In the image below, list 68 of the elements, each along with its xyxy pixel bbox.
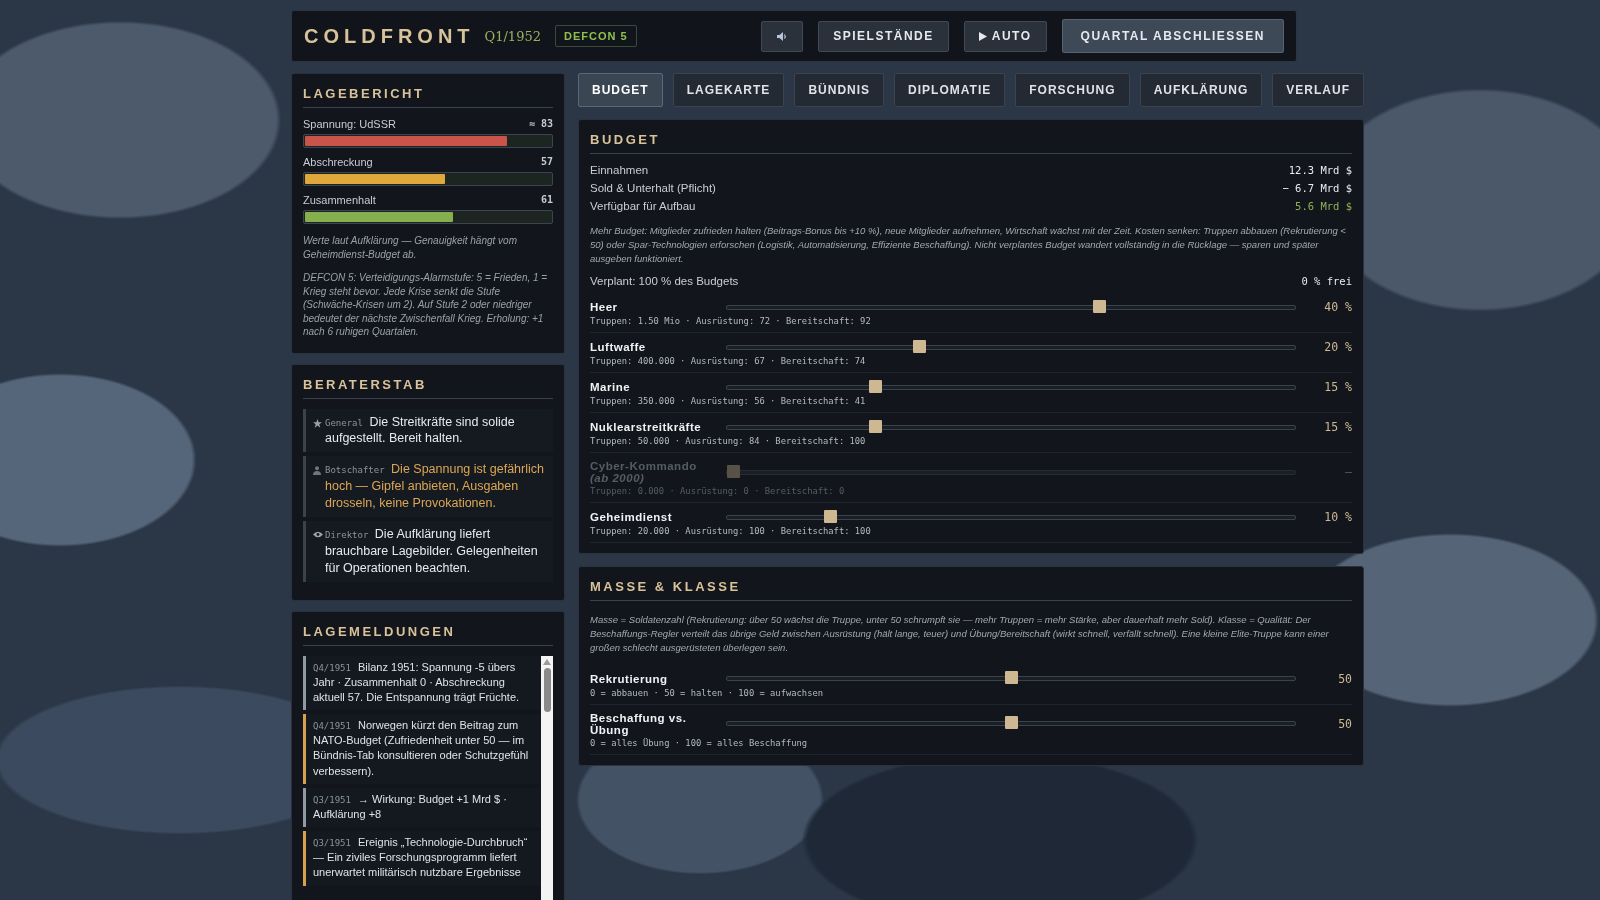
panel-heading: LAGEBERICHT (303, 86, 553, 108)
saves-button[interactable]: SPIELSTÄNDE (818, 20, 949, 52)
tab[interactable]: LAGEKARTE (672, 73, 785, 107)
end-quarter-button[interactable]: QUARTAL ABSCHLIESSEN (1061, 19, 1284, 53)
branch-name: Cyber-Kommando (590, 460, 698, 473)
budget-amount: − 6.7 Mrd $ (1282, 182, 1352, 194)
branch-share: 15 % (1323, 380, 1352, 395)
budget-label: Verfügbar für Aufbau (590, 200, 696, 212)
advisor-message: Botschafter Die Spannung ist gefährlich hoch — Gipfel anbieten, Ausgaben drosseln, keine Provokationen. (325, 461, 545, 512)
meter-value: ≈ 83 (528, 118, 553, 130)
branch-stats: Truppen: 50.000 · Ausrüstung: 84 · Bereitschaft: 100 (590, 436, 867, 447)
tab[interactable]: BUDGET (578, 73, 663, 107)
report-text: Q3/1951 → Wirkung: Budget +1 Mrd $ · Aufklärung +8 (313, 791, 508, 822)
branch-share: 20 % (1323, 340, 1352, 355)
tab[interactable]: VERLAUF (1272, 73, 1364, 107)
branch-name: Luftwaffe (590, 341, 647, 354)
report-text: Q3/1951 Ereignis „Technologie-Durchbruch“ — Ein ziviles Forschungsprogramm liefert unerwartet militärisch nutzbare Ergebnisse (313, 835, 529, 881)
budget-amount: 5.6 Mrd $ (1295, 200, 1352, 212)
info-note: Werte laut Aufklärung — Genauigkeit hängt vom Geheimdienst-Budget ab. (303, 234, 518, 261)
slider-value: 50 (1337, 716, 1352, 731)
quarter-label: Q1/1952 (484, 28, 541, 44)
advisor-message: Direktor Die Aufklärung liefert brauchbare Lagebilder. Gelegenheiten für Operationen beachten. (325, 525, 539, 577)
panel-heading: LAGEMELDUNGEN (303, 623, 553, 646)
meter-label: Spannung: UdSSR (303, 118, 396, 130)
tab[interactable]: BÜNDNIS (794, 73, 885, 107)
budget-label: Einnahmen (590, 164, 649, 176)
branch-stats: Truppen: 0.000 · Ausrüstung: 0 · Bereitschaft: 0 (590, 486, 846, 497)
tab[interactable]: FORSCHUNG (1015, 73, 1130, 107)
panel-heading: MASSE & KLASSE (590, 579, 1352, 602)
game-title: COLDFRONT (304, 24, 475, 48)
info-note: DEFCON 5: Verteidigungs-Alarmstufe: 5 = Frieden, 1 = Krieg steht bevor. Jede Krise senkt die Stufe (Schwäche-Krisen um 2). Auf Stufe 2 oder niedriger bedeutet der nächste Zwischenfall Krieg. Erholung: +1 nach 6 ruhigen Quartalen. (303, 271, 549, 339)
branch-name: Nuklearstreitkräfte (590, 421, 703, 434)
mass-class-note: Masse = Soldatenzahl (Rekrutierung: über 50 wächst die Truppe, unter 50 schrumpft sie — mehr Truppen = mehr Stärke, aber dauerhaft mehr Sold). Klasse = Qualität: Der Beschaffungs-Regler verteilt das übrige Geld zwischen Ausrüstung (hält lange, teuer) und Übung/Bereitschaft (wirkt schnell, verfällt schnell). Eine kleine Elite-Truppe kann einer großen schlecht ausgerüsteten überlegen sein. (590, 613, 1330, 655)
branch-stats: Truppen: 1.50 Mio · Ausrüstung: 72 · Bereitschaft: 92 (590, 316, 872, 327)
auto-button[interactable]: AUTO (963, 20, 1047, 52)
branch-share: 40 % (1323, 300, 1352, 315)
budget-note: Mehr Budget: Mitglieder zufrieden halten (Beitrags-Bonus bis +10 %), neue Mitglieder aufnehmen, Wirtschaft wächst mit der Zeit. Kosten senken: Truppen abbauen (Rekrutierung < 50) oder Spar-Technologien erforschen (Logistik, Automatisierung, Effiziente Beschaffung). Nicht verplantes Budget wandert vollständig in die Rücklage — sparen und später ausgeben funktioniert. (590, 224, 1347, 266)
planned-label: Verplant: 100 % des Budgets (590, 275, 739, 288)
free-amount: 0 % frei (1301, 275, 1352, 288)
slider-hint: 0 = alles Übung · 100 = alles Beschaffung (590, 737, 809, 748)
branch-name: Marine (590, 381, 632, 394)
meter-value: 61 (540, 194, 553, 206)
branch-share: — (1344, 465, 1352, 480)
report-text: Q4/1951 Norwegen kürzt den Beitrag zum NATO-Budget (Zufriedenheit unter 50 — im Bündnis-Tab konsultieren oder Schutzgefühl verbessern). (313, 718, 530, 779)
advisor-message: General Die Streitkräfte sind solide aufgestellt. Bereit halten. (325, 413, 516, 448)
branch-name: Geheimdienst (590, 511, 674, 524)
branch-name: Heer (590, 301, 619, 314)
report-text: Q4/1951 Bilanz 1951: Spannung -5 übers Jahr · Zusammenhalt 0 · Abschreckung aktuell 57. Die Entspannung trägt Früchte. (313, 659, 521, 705)
branch-stats: Truppen: 350.000 · Ausrüstung: 56 · Bereitschaft: 41 (590, 396, 867, 407)
meter-label: Abschreckung (303, 156, 373, 168)
slider-hint: 0 = abbauen · 50 = halten · 100 = aufwachsen (590, 687, 825, 698)
panel-heading: BUDGET (590, 132, 1352, 154)
branch-stats: Truppen: 400.000 · Ausrüstung: 67 · Bereitschaft: 74 (590, 356, 867, 367)
budget-label: Sold & Unterhalt (Pflicht) (590, 182, 716, 194)
tab[interactable]: DIPLOMATIE (894, 73, 1006, 107)
tab[interactable]: AUFKLÄRUNG (1139, 73, 1263, 107)
slider-value: 50 (1337, 671, 1352, 686)
budget-amount: 12.3 Mrd $ (1288, 164, 1352, 176)
branch-availability: (ab 2000) (590, 472, 646, 485)
defcon-badge: DEFCON 5 (554, 25, 637, 47)
meter-value: 57 (540, 156, 553, 168)
meter-label: Zusammenhalt (303, 194, 376, 206)
slider-label: Rekrutierung (590, 672, 669, 685)
branch-share: 10 % (1323, 510, 1352, 525)
branch-share: 15 % (1323, 420, 1352, 435)
slider-label: Beschaffung vs. Übung (590, 711, 688, 736)
panel-heading: BERATERSTAB (303, 376, 553, 399)
branch-stats: Truppen: 20.000 · Ausrüstung: 100 · Bereitschaft: 100 (590, 526, 872, 537)
